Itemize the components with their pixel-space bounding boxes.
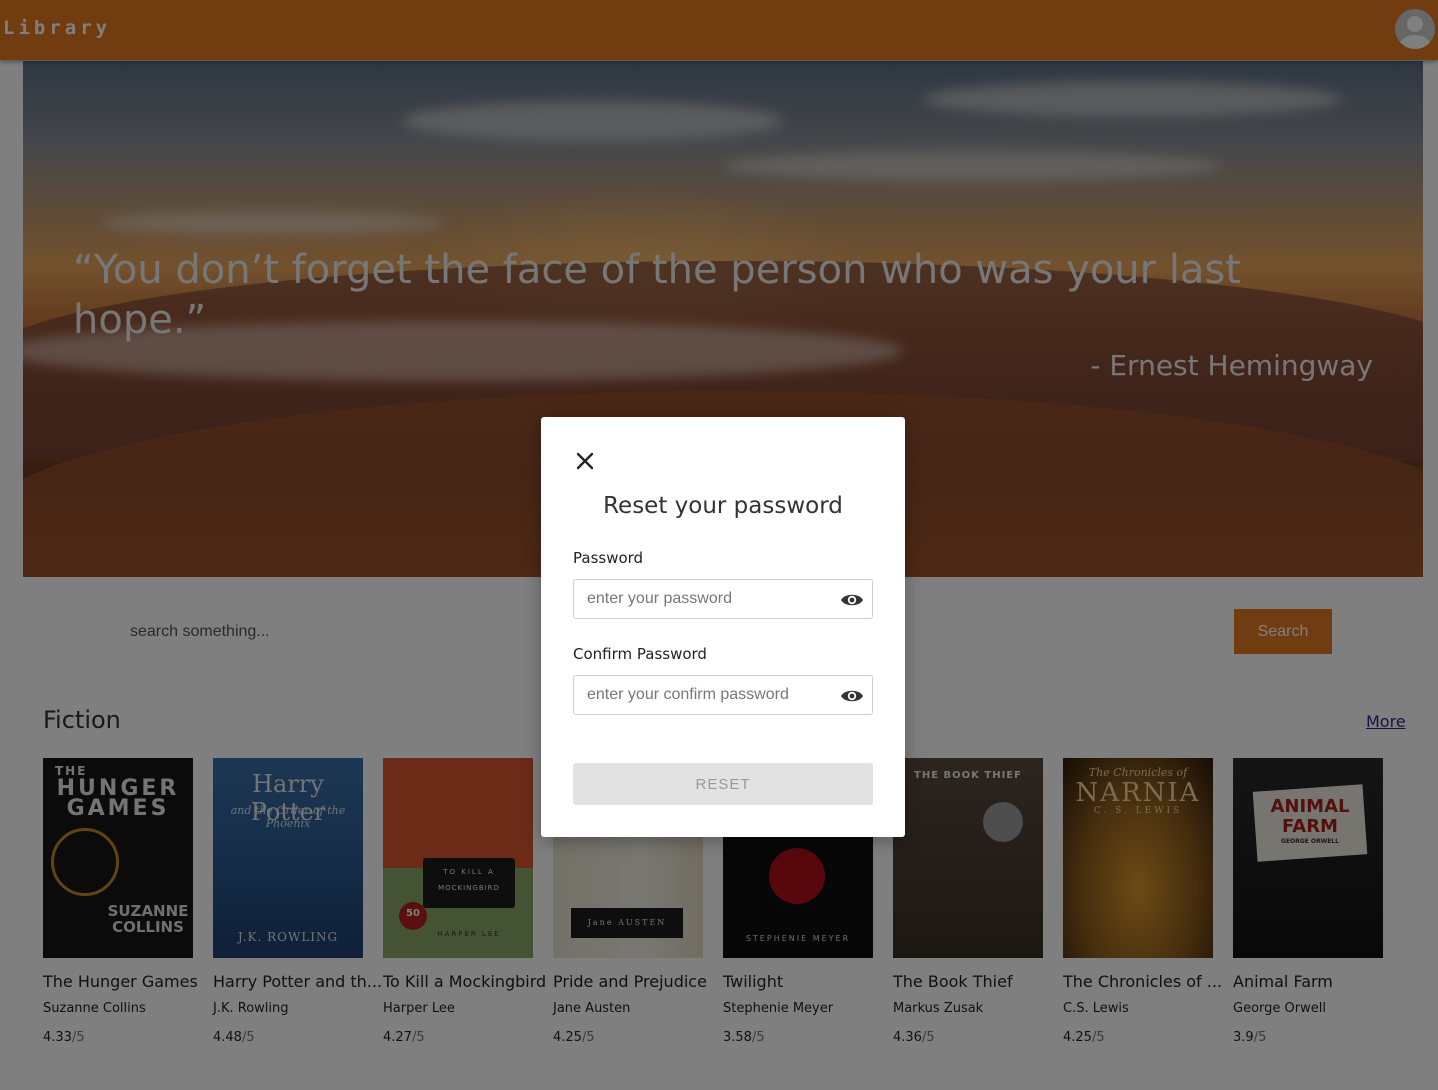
modal-title: Reset your password [603,493,843,519]
reset-password-modal: Reset your password Password Confirm Pas… [541,417,905,837]
eye-icon[interactable] [840,590,864,610]
confirm-password-input[interactable] [574,676,836,714]
confirm-password-label: Confirm Password [573,645,707,663]
password-field-wrapper [573,579,873,619]
password-label: Password [573,549,644,567]
close-icon[interactable] [573,449,597,473]
password-input[interactable] [574,580,836,618]
eye-icon[interactable] [840,686,864,706]
reset-button[interactable]: RESET [573,763,873,805]
confirm-password-field-wrapper [573,675,873,715]
